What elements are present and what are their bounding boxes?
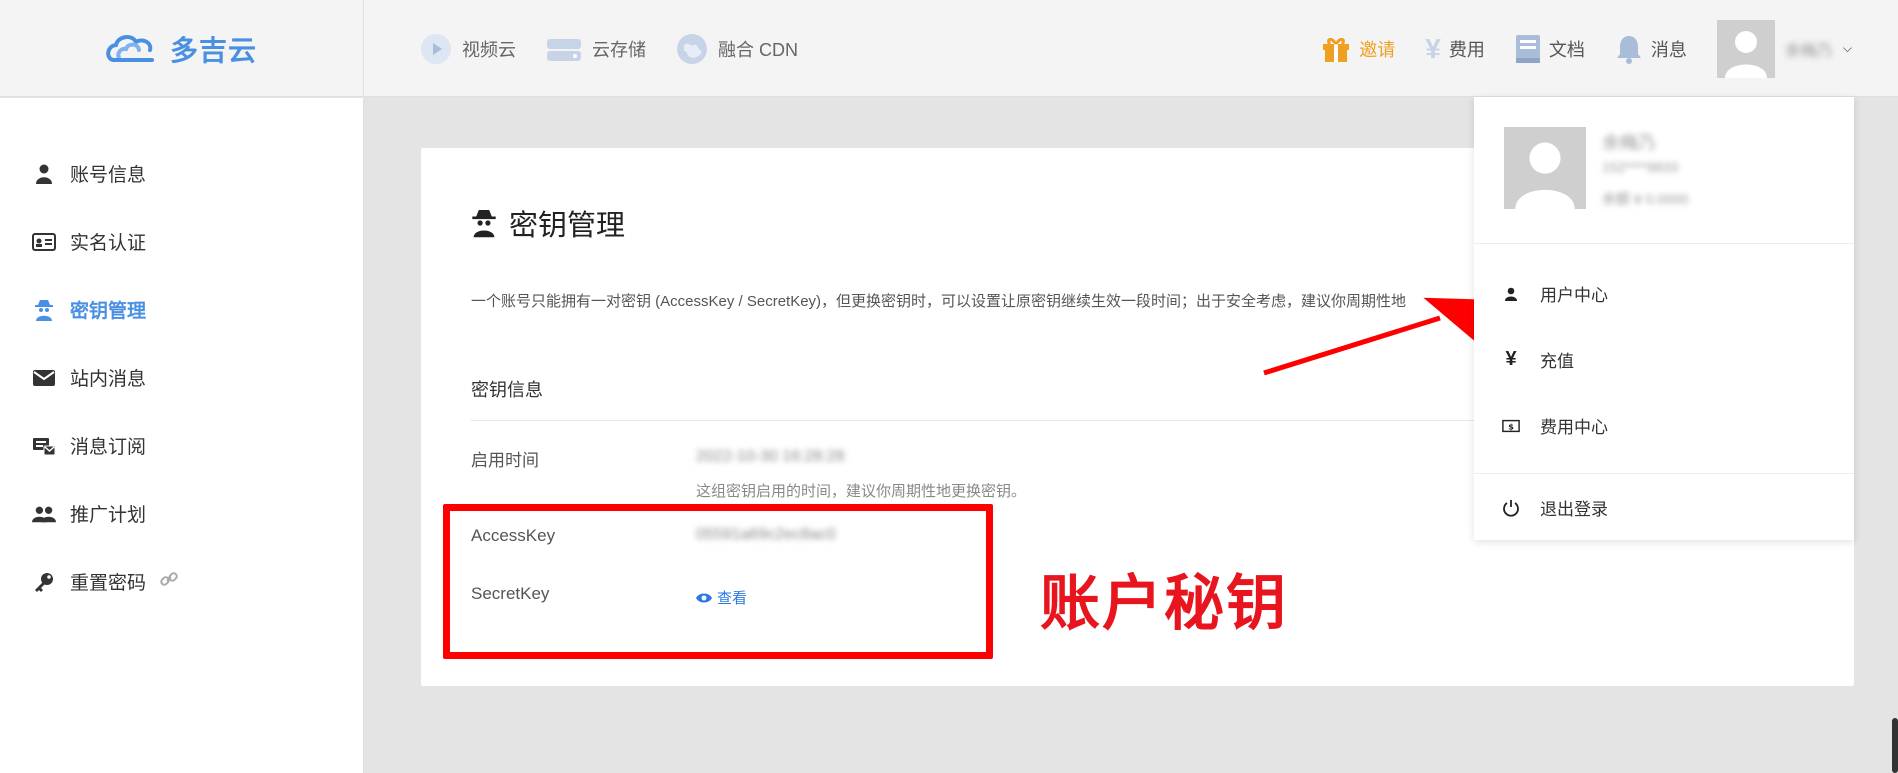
bell-icon	[1616, 35, 1641, 64]
sidebar-item-messages[interactable]: 站内消息	[32, 364, 146, 391]
nav-label: 云存储	[592, 39, 646, 60]
annotation-text: 账户秘钥	[1040, 570, 1288, 637]
menu-item-user-center[interactable]: 用户中心	[1502, 281, 1608, 306]
menu-item-recharge[interactable]: ¥ 充值	[1502, 347, 1574, 372]
menu-item-logout[interactable]: 退出登录	[1502, 495, 1608, 520]
secretkey-label: SecretKey	[471, 584, 550, 603]
dropdown-balance: 余额 ¥ 0.0000	[1602, 191, 1689, 207]
envelope-icon	[32, 366, 56, 390]
sidebar-item-referral[interactable]: 推广计划	[32, 500, 146, 527]
avatar	[1716, 19, 1775, 78]
id-card-icon	[32, 230, 56, 254]
invite-link[interactable]: 邀请	[1321, 35, 1395, 63]
sidebar-item-subscriptions[interactable]: 消息订阅	[32, 432, 146, 459]
top-bar: 多吉云 视频云 云存储 融合 CDN 邀请 ¥ 费用 文档 消息 余梅乃 ⌵	[0, 0, 1898, 97]
menu-item-label: 退出登录	[1540, 500, 1608, 519]
menu-item-label: 充值	[1540, 352, 1574, 371]
nav-label: 视频云	[462, 39, 516, 60]
dropdown-username: 余梅乃	[1602, 133, 1656, 153]
accesskey-label: AccessKey	[471, 526, 556, 545]
key-description: 一个账号只能拥有一对密钥 (AccessKey / SecretKey)，但更换…	[471, 293, 1407, 310]
divider	[471, 420, 1521, 421]
docs-link[interactable]: 文档	[1515, 34, 1585, 64]
nav-cloud-storage[interactable]: 云存储	[546, 35, 646, 63]
yen-icon: ¥	[1505, 348, 1517, 370]
menu-item-label: 费用中心	[1540, 418, 1608, 437]
sidebar: 账号信息 实名认证 密钥管理 站内消息 消息订阅 推广计划 重置密码	[0, 98, 364, 773]
user-menu-trigger[interactable]: 余梅乃 ⌵	[1716, 19, 1852, 78]
divider	[1474, 243, 1854, 244]
fees-link[interactable]: ¥ 费用	[1425, 33, 1485, 65]
power-icon	[1502, 499, 1520, 517]
nav-cdn[interactable]: 融合 CDN	[676, 33, 798, 65]
docs-label: 文档	[1548, 39, 1585, 60]
divider	[1474, 473, 1854, 474]
nav-label: 融合 CDN	[718, 39, 798, 60]
gift-icon	[1323, 37, 1350, 62]
sidebar-item-label: 重置密码	[70, 573, 147, 594]
sidebar-item-label: 消息订阅	[70, 437, 147, 458]
accesskey-value[interactable]: 05591a69c2ec8ac0	[696, 526, 836, 544]
spy-icon	[32, 298, 56, 322]
globe-icon	[677, 33, 707, 64]
subscribe-icon	[32, 434, 56, 458]
view-secretkey-button[interactable]: 查看	[696, 587, 747, 608]
sidebar-item-key-management[interactable]: 密钥管理	[32, 296, 146, 323]
logo[interactable]: 多吉云	[0, 0, 364, 97]
svg-text:$: $	[1508, 421, 1514, 431]
key-icon	[32, 570, 56, 594]
book-icon	[1515, 34, 1540, 63]
logo-text: 多吉云	[169, 34, 257, 66]
start-time-hint: 这组密钥启用的时间，建议你周期性地更换密钥。	[696, 483, 1027, 500]
cloud-logo-icon	[106, 34, 154, 62]
chevron-down-icon: ⌵	[1842, 41, 1852, 55]
yen-icon: ¥	[1425, 32, 1441, 64]
sidebar-item-label: 站内消息	[70, 369, 147, 390]
section-title: 密钥信息	[471, 380, 543, 400]
menu-item-billing[interactable]: $ 费用中心	[1502, 413, 1608, 438]
messages-label: 消息	[1650, 39, 1687, 60]
messages-link[interactable]: 消息	[1615, 34, 1687, 64]
eye-icon	[696, 593, 712, 602]
username: 余梅乃	[1784, 42, 1833, 60]
view-label: 查看	[717, 590, 748, 607]
menu-item-label: 用户中心	[1540, 286, 1608, 305]
nav-video-cloud[interactable]: 视频云	[420, 33, 516, 65]
sidebar-item-real-name[interactable]: 实名认证	[32, 228, 146, 255]
user-dropdown: 余梅乃 152****9833 余额 ¥ 0.0000 用户中心 ¥ 充值 $ …	[1474, 97, 1854, 540]
invite-label: 邀请	[1359, 39, 1396, 60]
top-right: 邀请 ¥ 费用 文档 消息 余梅乃 ⌵	[1321, 0, 1898, 97]
sidebar-item-label: 账号信息	[70, 165, 147, 186]
play-icon	[421, 33, 451, 64]
scrollbar[interactable]	[1892, 718, 1898, 773]
person-icon	[1502, 287, 1520, 301]
sidebar-item-label: 实名认证	[70, 233, 147, 254]
sidebar-item-label: 推广计划	[70, 505, 147, 526]
start-time-label: 启用时间	[471, 451, 539, 470]
sidebar-item-account-info[interactable]: 账号信息	[32, 160, 146, 187]
page-title-text: 密钥管理	[509, 210, 626, 242]
avatar	[1504, 127, 1586, 209]
dropdown-phone: 152****9833	[1602, 159, 1679, 175]
sidebar-item-label: 密钥管理	[70, 301, 147, 322]
spy-icon	[472, 210, 496, 238]
start-time-value: 2022-10-30 16:28:28	[696, 448, 845, 465]
fees-label: 费用	[1448, 39, 1485, 60]
sidebar-item-reset-password[interactable]: 重置密码	[32, 568, 178, 595]
storage-icon	[547, 38, 581, 61]
user-icon	[32, 162, 56, 186]
page-title: 密钥管理	[471, 202, 625, 244]
top-nav: 视频云 云存储 融合 CDN	[420, 0, 798, 97]
users-icon	[32, 502, 56, 526]
link-icon	[160, 570, 178, 594]
bill-icon: $	[1502, 419, 1520, 433]
